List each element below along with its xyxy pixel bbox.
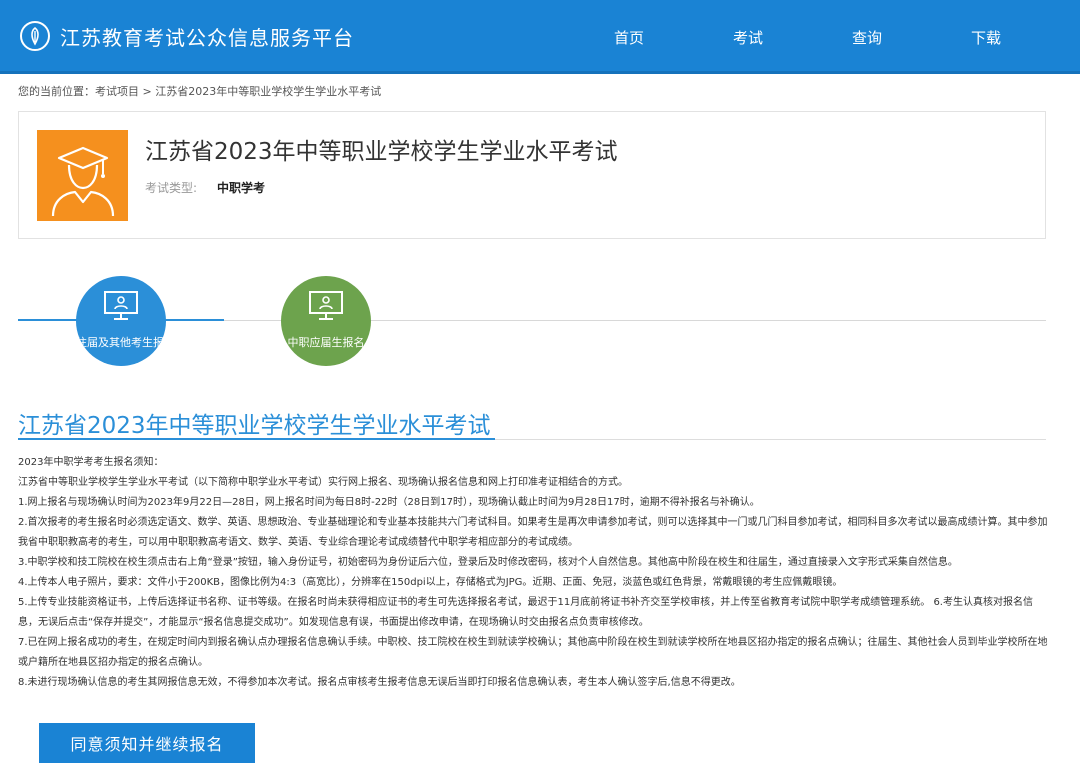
nav-exam[interactable]: 考试 bbox=[733, 27, 763, 48]
agree-and-continue-button[interactable]: 同意须知并继续报名 bbox=[39, 723, 255, 763]
exam-type-label: 考试类型: bbox=[145, 181, 198, 195]
nav-query[interactable]: 查询 bbox=[852, 27, 882, 48]
notice-line: 江苏省中等职业学校学生学业水平考试（以下简称中职学业水平考试）实行网上报名、现场… bbox=[18, 477, 628, 488]
notice-line: 8.未进行现场确认信息的考生其网报信息无效，不得参加本次考试。报名点审核考生报考… bbox=[18, 677, 741, 688]
monitor-icon bbox=[309, 291, 343, 320]
section-title-underline bbox=[18, 438, 495, 440]
site-title[interactable]: 江苏教育考试公众信息服务平台 bbox=[60, 22, 354, 51]
monitor-icon bbox=[104, 291, 138, 320]
section-title: 江苏省2023年中等职业学校学生学业水平考试 bbox=[18, 413, 491, 439]
tab-label: 往届及其他考生报名 bbox=[76, 336, 166, 349]
notice-line: 2023年中职学考考生报名须知： bbox=[18, 457, 164, 468]
notice-line: 7.已在网上报名成功的考生，在规定时间内到报名确认点办理报名信息确认手续。中职校… bbox=[18, 637, 1048, 668]
exam-info-card: 江苏省2023年中等职业学校学生学业水平考试 考试类型: 中职学考 bbox=[18, 111, 1046, 239]
notice-line: 5.上传专业技能资格证书，上传后选择证书名称、证书等级。在报名时尚未获得相应证书… bbox=[18, 597, 1033, 628]
graduate-icon bbox=[37, 130, 128, 221]
tab-previous-and-other-candidates[interactable]: 往届及其他考生报名 bbox=[76, 276, 166, 366]
breadcrumb-prefix: 您的当前位置： bbox=[18, 85, 95, 98]
breadcrumb-item-exams[interactable]: 考试项目 bbox=[95, 85, 139, 98]
exam-type-value: 中职学考 bbox=[217, 181, 266, 195]
tab-vocational-graduates[interactable]: 中职应届生报名 bbox=[281, 276, 371, 366]
notice-line: 4.上传本人电子照片，要求：文件小于200KB，图像比例为4:3（高宽比），分辨… bbox=[18, 577, 843, 588]
breadcrumb-item-current: 江苏省2023年中等职业学校学生学业水平考试 bbox=[155, 85, 382, 98]
notice-line: 1.网上报名与现场确认时间为2023年9月22日—28日，网上报名时间为每日8时… bbox=[18, 497, 760, 508]
notice-line: 3.中职学校和技工院校在校生须点击右上角“登录”按钮，输入身份证号，初始密码为身… bbox=[18, 557, 958, 568]
registration-notice: 2023年中职学考考生报名须知： 江苏省中等职业学校学生学业水平考试（以下简称中… bbox=[18, 453, 1048, 693]
breadcrumb-separator: > bbox=[139, 85, 156, 98]
nav-home[interactable]: 首页 bbox=[614, 27, 644, 48]
nav-download[interactable]: 下载 bbox=[971, 27, 1001, 48]
exam-title: 江苏省2023年中等职业学校学生学业水平考试 bbox=[145, 139, 618, 165]
tab-label: 中职应届生报名 bbox=[287, 336, 365, 349]
breadcrumb: 您的当前位置：考试项目 > 江苏省2023年中等职业学校学生学业水平考试 bbox=[18, 83, 381, 99]
site-logo-icon[interactable] bbox=[20, 21, 50, 51]
notice-line: 2.首次报考的考生报名时必须选定语文、数学、英语、思想政治、专业基础理论和专业基… bbox=[18, 517, 1048, 548]
top-nav-bar: 江苏教育考试公众信息服务平台 首页 考试 查询 下载 bbox=[0, 0, 1080, 74]
